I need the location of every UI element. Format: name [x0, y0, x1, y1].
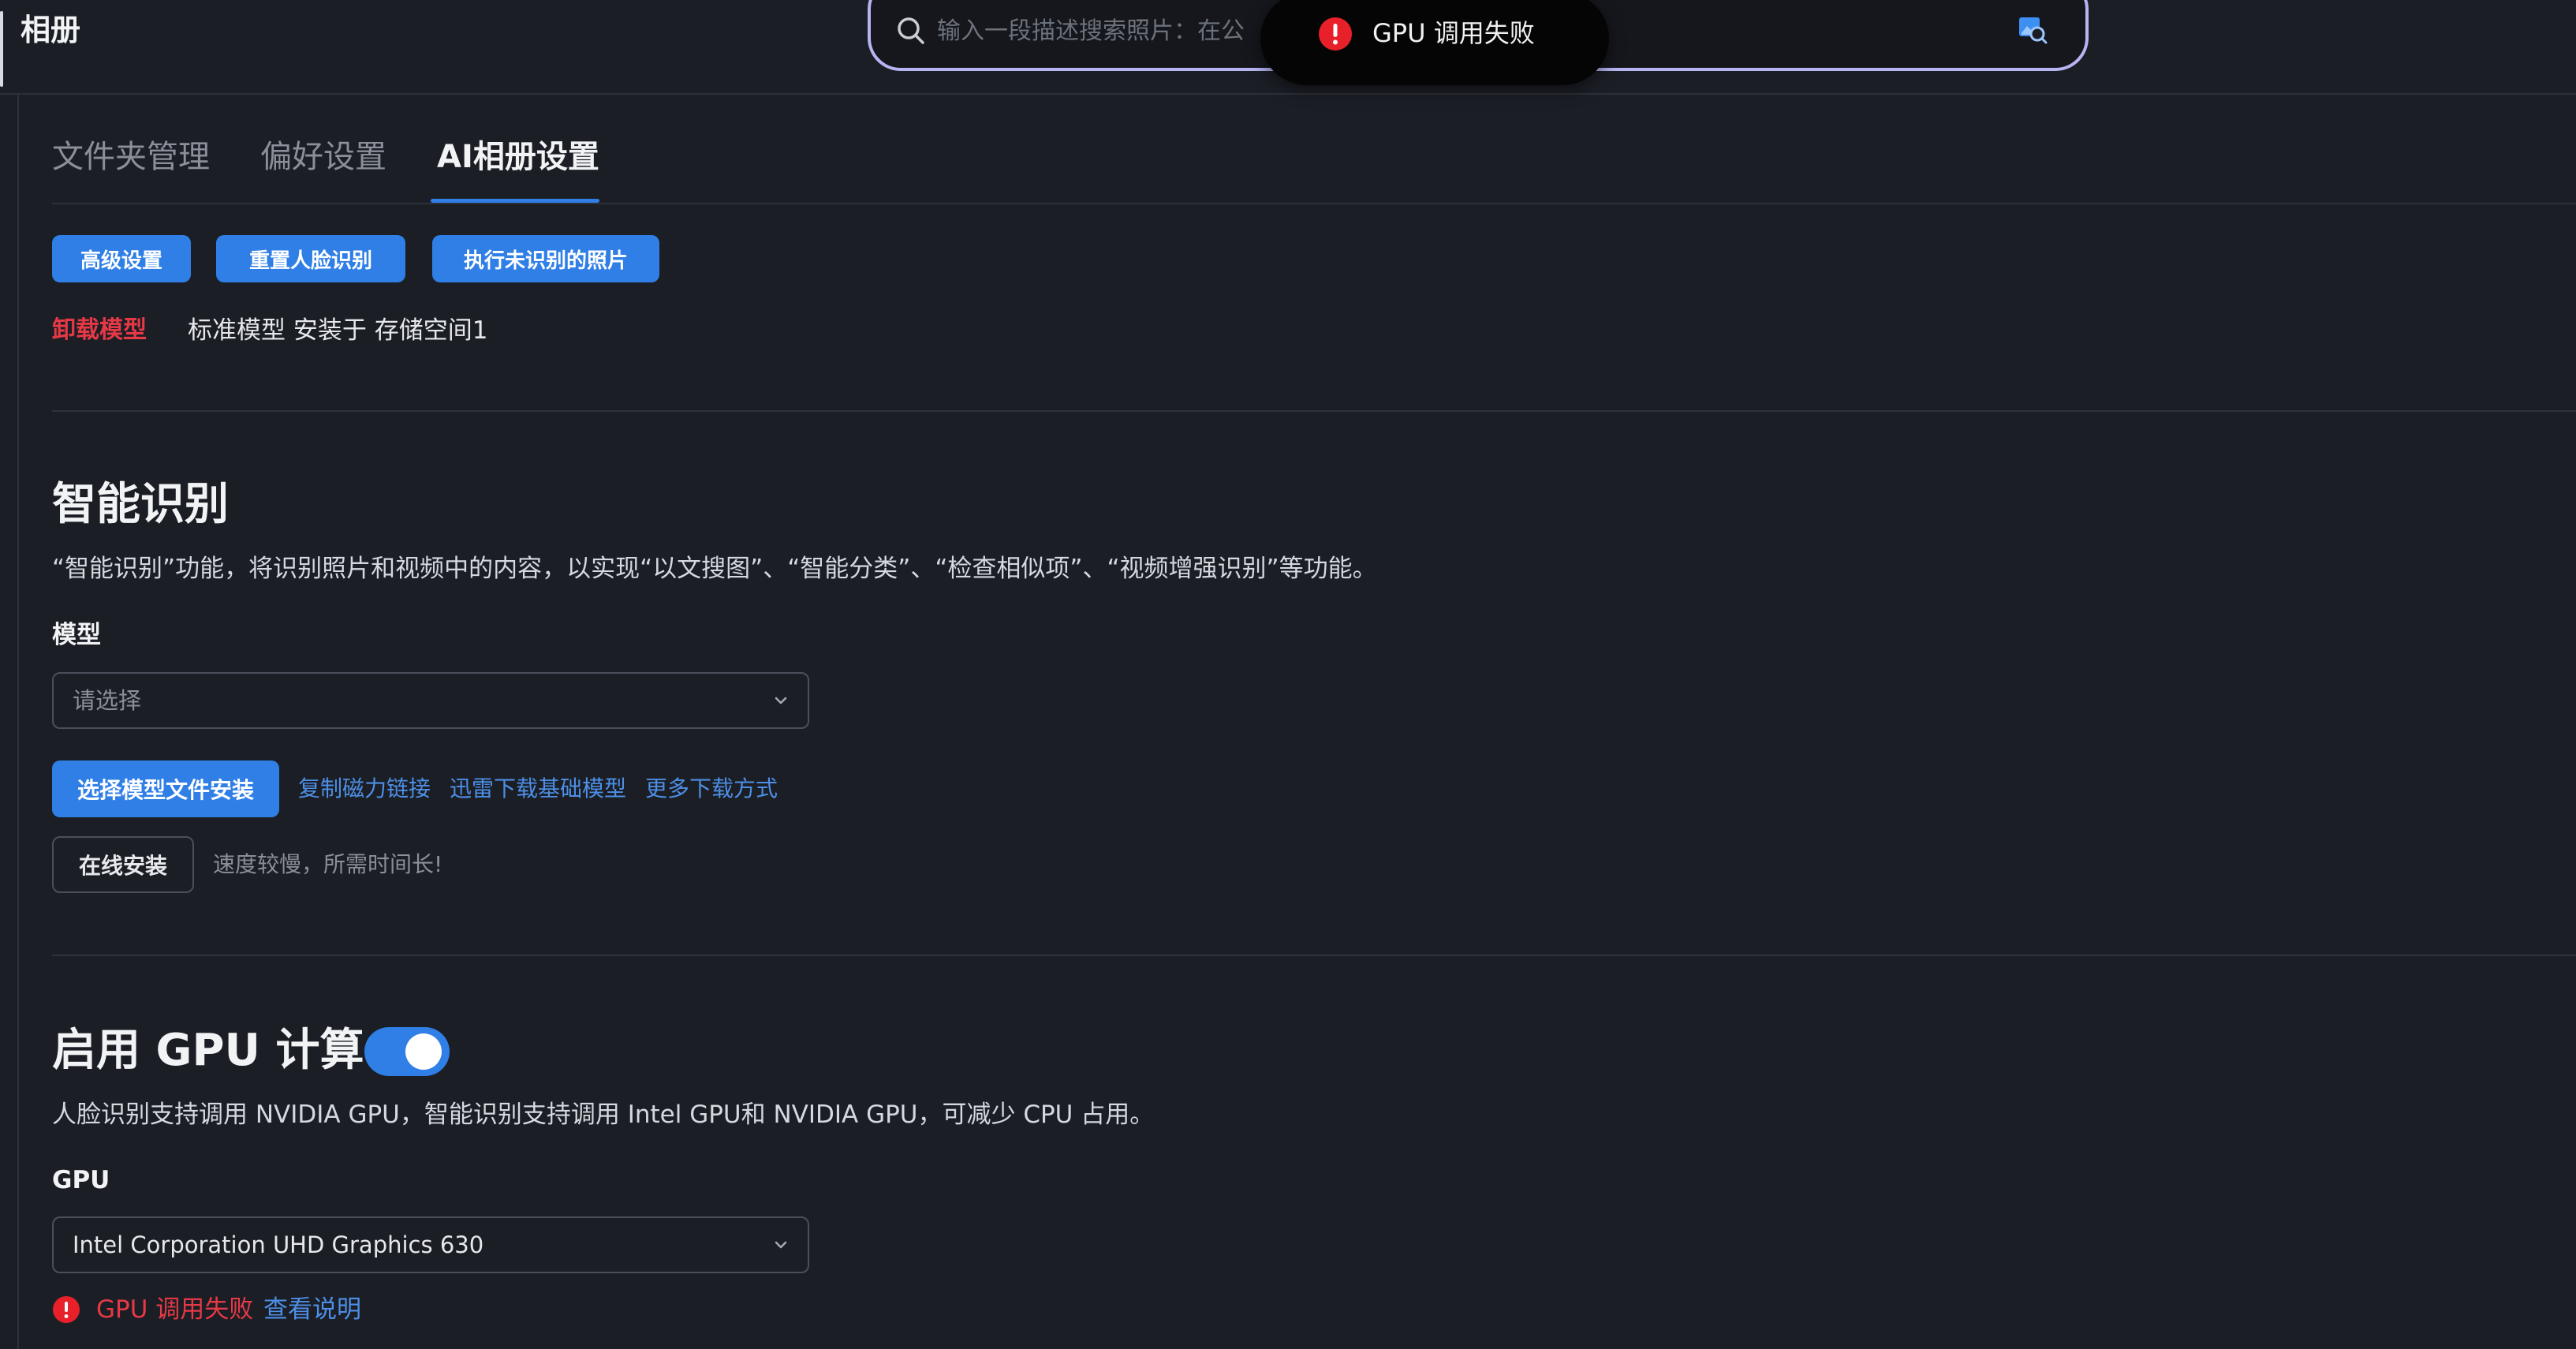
- error-icon: [53, 1296, 80, 1323]
- gpu-select-value: Intel Corporation UHD Graphics 630: [73, 1231, 484, 1258]
- online-install-hint: 速度较慢，所需时间长!: [213, 851, 443, 877]
- model-label: 模型: [52, 621, 101, 649]
- model-select-placeholder: 请选择: [73, 687, 142, 714]
- copy-magnet-link[interactable]: 复制磁力链接: [298, 768, 431, 809]
- uninstall-model-link[interactable]: 卸载模型: [52, 312, 147, 349]
- image-search-icon[interactable]: [2018, 14, 2048, 44]
- toast-message: GPU 调用失败: [1372, 18, 1535, 48]
- smart-recognition-title: 智能识别: [52, 479, 229, 530]
- run-unrecognized-photos-button[interactable]: 执行未识别的照片: [432, 235, 659, 282]
- gpu-toggle-knob[interactable]: [405, 1033, 442, 1070]
- reset-face-recognition-button[interactable]: 重置人脸识别: [216, 235, 405, 282]
- model-status-text: 标准模型 安装于 存储空间1: [188, 316, 488, 345]
- smart-recognition-description: “智能识别”功能，将识别照片和视频中的内容，以实现“以文搜图”、“智能分类”、“…: [52, 555, 1377, 583]
- model-select[interactable]: 请选择: [52, 672, 809, 729]
- tab-ai-album-settings[interactable]: AI相册设置: [437, 134, 599, 180]
- search-icon: [898, 17, 924, 44]
- search-input[interactable]: [937, 11, 1268, 50]
- gpu-section-description: 人脸识别支持调用 NVIDIA GPU，智能识别支持调用 Intel GPU和 …: [52, 1100, 1155, 1129]
- chevron-down-icon: [775, 697, 787, 704]
- section-divider: [52, 410, 2576, 412]
- tab-preferences[interactable]: 偏好设置: [260, 134, 386, 180]
- view-instructions-link[interactable]: 查看说明: [263, 1291, 361, 1328]
- section-divider: [52, 955, 2576, 956]
- tab-folder-management[interactable]: 文件夹管理: [52, 134, 210, 180]
- advanced-settings-button[interactable]: 高级设置: [52, 235, 191, 282]
- gpu-select[interactable]: Intel Corporation UHD Graphics 630: [52, 1216, 809, 1273]
- more-download-options-link[interactable]: 更多下载方式: [645, 768, 778, 809]
- online-install-button[interactable]: 在线安装: [52, 836, 194, 893]
- select-model-file-button[interactable]: 选择模型文件安装: [52, 760, 279, 817]
- app-title: 相册: [21, 13, 81, 47]
- gpu-section-title: 启用 GPU 计算: [52, 1025, 364, 1076]
- xunlei-download-link[interactable]: 迅雷下载基础模型: [450, 768, 626, 809]
- gpu-error-message: GPU 调用失败: [96, 1295, 254, 1324]
- window-edge-indicator: [0, 11, 3, 87]
- tabs-divider: [52, 203, 2576, 204]
- chevron-down-icon: [775, 1241, 787, 1249]
- sidebar-divider: [17, 95, 19, 1349]
- error-icon: [1319, 17, 1352, 50]
- gpu-label: GPU: [52, 1166, 110, 1194]
